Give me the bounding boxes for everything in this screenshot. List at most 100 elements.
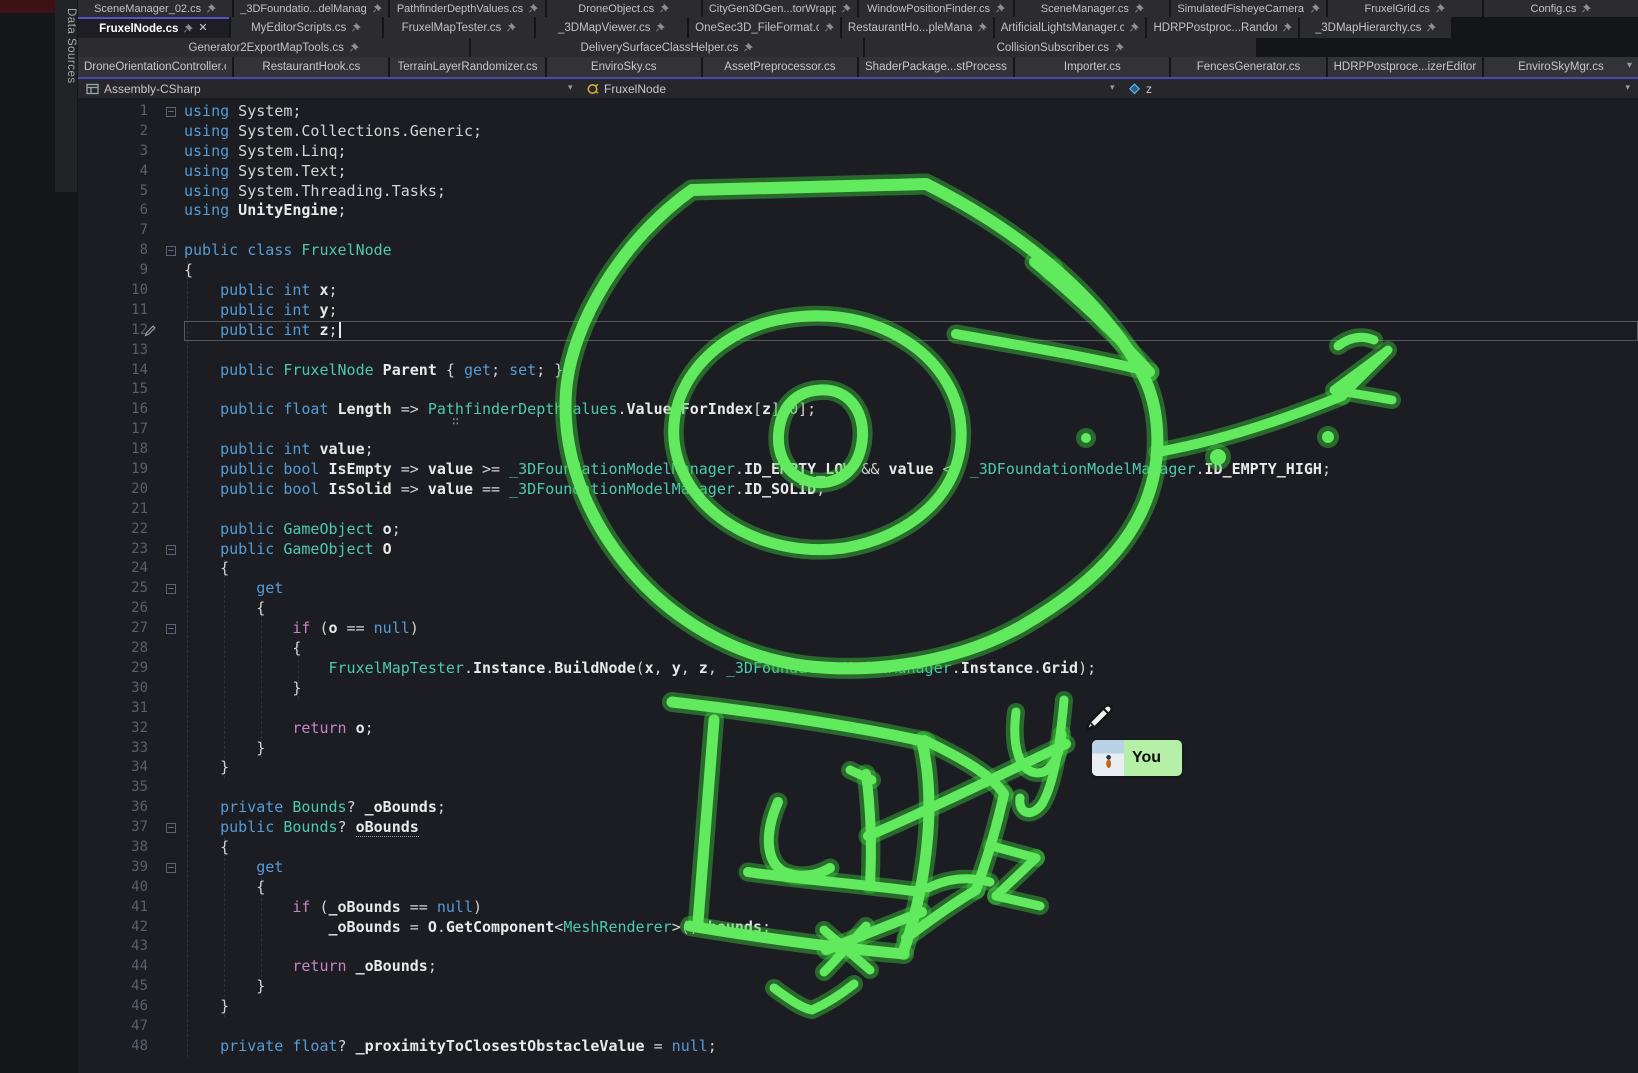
tab-restauranthook-cs[interactable]: RestaurantHook.cs	[234, 57, 388, 77]
code-line-18[interactable]: 18 public int value;	[78, 440, 1638, 460]
tab-collisionsubscriber-cs[interactable]: CollisionSubscriber.cs	[865, 38, 1256, 57]
fold-collapse-icon[interactable]: –	[166, 545, 176, 555]
code-line-10[interactable]: 10 public int x;	[78, 281, 1638, 301]
code-line-41[interactable]: 41 if (_oBounds == null)	[78, 898, 1638, 918]
code-line-43[interactable]: 43	[78, 937, 1638, 957]
tab-enviroskymgr-cs[interactable]: EnviroSkyMgr.cs	[1484, 57, 1638, 77]
code-line-34[interactable]: 34 }	[78, 758, 1638, 778]
tool-tab-data-sources[interactable]: Data Sources	[55, 0, 77, 192]
fold-collapse-icon[interactable]: –	[166, 584, 176, 594]
pin-icon[interactable]	[824, 22, 834, 33]
pin-icon[interactable]	[528, 3, 538, 14]
pin-icon[interactable]	[506, 22, 516, 33]
code-line-1[interactable]: 1–using System;	[78, 102, 1638, 122]
tab-generator2exportmaptools-cs[interactable]: Generator2ExportMapTools.cs	[78, 38, 469, 57]
tab-restaurantho-plemanager-cs[interactable]: RestaurantHo...pleManager.cs	[842, 17, 993, 38]
pin-icon[interactable]	[1581, 3, 1591, 14]
pin-icon[interactable]	[1114, 42, 1124, 53]
tab-shaderpackage-stprocessor-cs[interactable]: ShaderPackage...stProcessor.cs	[859, 57, 1013, 77]
pin-icon[interactable]	[1435, 3, 1445, 14]
pin-icon[interactable]	[183, 23, 193, 34]
tab-simulatedfisheyecamera-cs[interactable]: SimulatedFisheyeCamera.cs	[1171, 0, 1325, 17]
tab-assetpreprocessor-cs[interactable]: AssetPreprocessor.cs	[703, 57, 857, 77]
tab-scenemanager-02-cs[interactable]: SceneManager_02.cs	[78, 0, 232, 17]
code-line-4[interactable]: 4using System.Text;	[78, 162, 1638, 182]
pin-icon[interactable]	[743, 42, 753, 53]
code-line-23[interactable]: 23– public GameObject O	[78, 540, 1638, 560]
tab-pathfinderdepthvalues-cs[interactable]: PathfinderDepthValues.cs	[390, 0, 544, 17]
code-line-35[interactable]: 35	[78, 778, 1638, 798]
code-line-40[interactable]: 40 {	[78, 878, 1638, 898]
pin-icon[interactable]	[977, 22, 987, 33]
pin-icon[interactable]	[372, 3, 382, 14]
code-line-6[interactable]: 6using UnityEngine;	[78, 201, 1638, 221]
tab-artificiallightsmanager-cs[interactable]: ArtificialLightsManager.cs	[995, 17, 1146, 38]
code-line-45[interactable]: 45 }	[78, 977, 1638, 997]
pin-icon[interactable]	[841, 3, 851, 14]
code-line-13[interactable]: 13	[78, 341, 1638, 361]
tab-myeditorscripts-cs[interactable]: MyEditorScripts.cs	[231, 17, 382, 38]
tab-fruxelgrid-cs[interactable]: FruxelGrid.cs	[1328, 0, 1482, 17]
chevron-down-icon[interactable]: ▾	[1625, 82, 1630, 93]
code-line-22[interactable]: 22 public GameObject o;	[78, 520, 1638, 540]
code-line-26[interactable]: 26 {	[78, 599, 1638, 619]
code-line-25[interactable]: 25– get	[78, 579, 1638, 599]
tab-fruxelnode-cs[interactable]: FruxelNode.cs✕	[78, 17, 229, 38]
code-line-17[interactable]: 17	[78, 420, 1638, 440]
code-line-39[interactable]: 39– get	[78, 858, 1638, 878]
tab-scenemanager-cs[interactable]: SceneManager.cs	[1015, 0, 1169, 17]
tab-envirosky-cs[interactable]: EnviroSky.cs	[547, 57, 701, 77]
tab-deliverysurfaceclasshelper-cs[interactable]: DeliverySurfaceClassHelper.cs	[471, 38, 862, 57]
tab--3dmaphierarchy-cs[interactable]: _3DMapHierarchy.cs	[1300, 17, 1451, 38]
fold-collapse-icon[interactable]: –	[166, 823, 176, 833]
code-line-48[interactable]: 48 private float? _proximityToClosestObs…	[78, 1037, 1638, 1057]
tab-droneobject-cs[interactable]: DroneObject.cs	[547, 0, 701, 17]
pin-icon[interactable]	[206, 3, 216, 14]
tab-hdrppostproce-izereditor-cs[interactable]: HDRPPostproce...izerEditor.cs	[1328, 57, 1482, 77]
chevron-down-icon[interactable]: ▾	[568, 82, 573, 93]
code-line-8[interactable]: 8–public class FruxelNode	[78, 241, 1638, 261]
breadcrumb-type[interactable]: FruxelNode	[586, 79, 666, 98]
code-line-38[interactable]: 38 {	[78, 838, 1638, 858]
code-line-21[interactable]: 21	[78, 500, 1638, 520]
code-line-46[interactable]: 46 }	[78, 997, 1638, 1017]
code-line-47[interactable]: 47	[78, 1017, 1638, 1037]
code-line-14[interactable]: 14 public FruxelNode Parent { get; set; …	[78, 361, 1638, 381]
pin-icon[interactable]	[995, 3, 1005, 14]
code-line-32[interactable]: 32 return o;	[78, 719, 1638, 739]
code-line-33[interactable]: 33 }	[78, 739, 1638, 759]
fold-collapse-icon[interactable]: –	[166, 863, 176, 873]
pin-icon[interactable]	[659, 3, 669, 14]
code-line-36[interactable]: 36 private Bounds? _oBounds;	[78, 798, 1638, 818]
fold-collapse-icon[interactable]: –	[166, 624, 176, 634]
pin-icon[interactable]	[1310, 3, 1320, 14]
tab-importer-cs[interactable]: Importer.cs	[1015, 57, 1169, 77]
tab--3dmapviewer-cs[interactable]: _3DMapViewer.cs	[536, 17, 687, 38]
code-line-2[interactable]: 2using System.Collections.Generic;	[78, 122, 1638, 142]
tab-overflow-button[interactable]: ▾	[1627, 60, 1632, 71]
pin-icon[interactable]	[655, 22, 665, 33]
pin-icon[interactable]	[1129, 22, 1139, 33]
code-line-44[interactable]: 44 return _oBounds;	[78, 957, 1638, 977]
code-line-24[interactable]: 24 {	[78, 559, 1638, 579]
code-line-3[interactable]: 3using System.Linq;	[78, 142, 1638, 162]
pin-icon[interactable]	[351, 22, 361, 33]
tab-terrainlayerrandomizer-cs[interactable]: TerrainLayerRandomizer.cs	[390, 57, 544, 77]
code-line-42[interactable]: 42 _oBounds = O.GetComponent<MeshRendere…	[78, 918, 1638, 938]
tab-hdrppostproc-randomizer-cs[interactable]: HDRPPostproc...Randomizer.cs	[1147, 17, 1298, 38]
tab-citygen3dgen-torwrapper-cs[interactable]: CityGen3DGen...torWrapper.cs	[703, 0, 857, 17]
code-line-11[interactable]: 11 public int y;	[78, 301, 1638, 321]
pin-icon[interactable]	[349, 42, 359, 53]
code-line-30[interactable]: 30 }	[78, 679, 1638, 699]
code-line-9[interactable]: 9{	[78, 261, 1638, 281]
tab-fencesgenerator-cs[interactable]: FencesGenerator.cs	[1171, 57, 1325, 77]
code-editor[interactable]: 1–using System;2using System.Collections…	[78, 99, 1638, 1073]
code-line-19[interactable]: 19 public bool IsEmpty => value >= _3DFo…	[78, 460, 1638, 480]
tab-droneorientationcontroller-cs[interactable]: DroneOrientationController.cs	[78, 57, 232, 77]
tab-windowpositionfinder-cs[interactable]: WindowPositionFinder.cs	[859, 0, 1013, 17]
fold-collapse-icon[interactable]: –	[166, 246, 176, 256]
breadcrumb-project[interactable]: Assembly-CSharp	[86, 79, 201, 98]
code-line-27[interactable]: 27– if (o == null)	[78, 619, 1638, 639]
code-line-7[interactable]: 7	[78, 221, 1638, 241]
pin-icon[interactable]	[1426, 22, 1436, 33]
